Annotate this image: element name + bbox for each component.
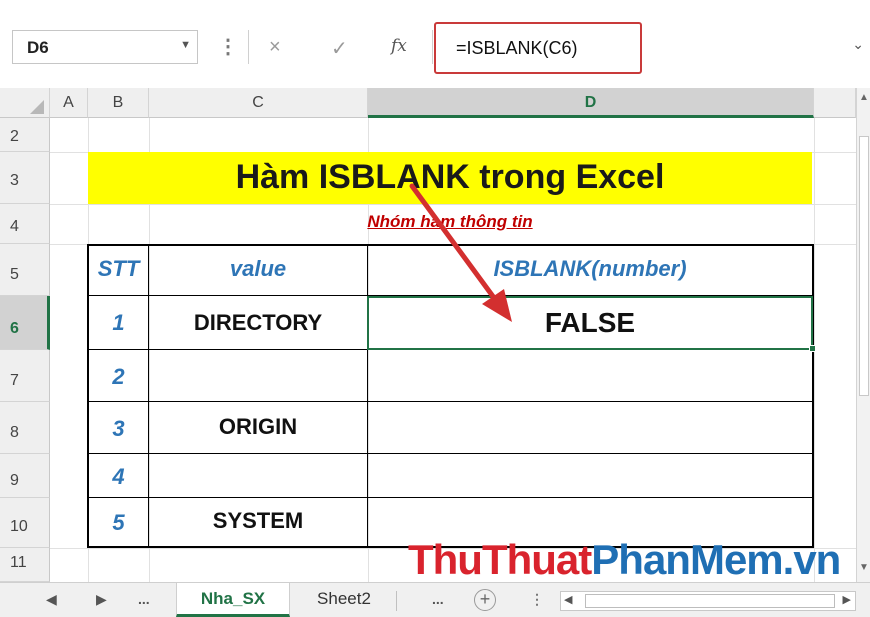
formula-buttons: × ✓ fx — [248, 30, 432, 64]
expand-formula-icon[interactable]: ⌄ — [852, 36, 864, 53]
watermark-part2: PhanMem.vn — [591, 536, 841, 582]
formula-text: =ISBLANK(C6) — [456, 38, 578, 58]
scroll-down-icon[interactable]: ▼ — [858, 562, 870, 576]
enter-icon[interactable]: ✓ — [331, 36, 348, 61]
tab-split-grip-icon[interactable]: ⋮ — [530, 591, 544, 608]
insert-function-icon[interactable]: fx — [391, 36, 407, 56]
watermark: ThuThuatPhanMem.vn — [408, 536, 841, 582]
watermark-part1: ThuThuat — [408, 536, 592, 582]
sheet-tab-bar: ◀ ▶ ... Nha_SX Sheet2 ... + ⋮ ◀ ▶ — [0, 582, 870, 617]
vertical-scrollbar[interactable]: ▲ ▼ — [856, 88, 870, 582]
more-sheets-right[interactable]: ... — [432, 591, 444, 607]
prev-sheet-icon[interactable]: ◀ — [46, 591, 57, 608]
name-box-value: D6 — [27, 38, 49, 57]
scroll-up-icon[interactable]: ▲ — [858, 92, 870, 106]
scroll-left-icon[interactable]: ◀ — [564, 593, 572, 606]
worksheet-grid[interactable]: A B C D 2 3 4 5 6 7 8 9 10 11 Hàm ISBLAN… — [0, 88, 856, 582]
tab-sheet2[interactable]: Sheet2 — [292, 583, 396, 617]
horizontal-scroll-thumb[interactable] — [585, 594, 835, 608]
vertical-scroll-thumb[interactable] — [859, 136, 869, 396]
formula-bar-grip-icon: ⋮ — [218, 36, 238, 58]
new-sheet-button[interactable]: + — [474, 589, 496, 611]
name-box[interactable]: D6 ▼ — [12, 30, 198, 64]
next-sheet-icon[interactable]: ▶ — [96, 591, 107, 608]
annotation-arrow-icon — [409, 183, 512, 322]
formula-bar: D6 ▼ ⋮ × ✓ fx =ISBLANK(C6) ⌄ — [0, 0, 870, 88]
cancel-icon[interactable]: × — [269, 36, 281, 59]
more-sheets-left[interactable]: ... — [138, 591, 150, 607]
tab-separator — [396, 591, 397, 611]
scroll-right-icon[interactable]: ▶ — [843, 593, 851, 606]
tab-nha-sx[interactable]: Nha_SX — [176, 583, 290, 617]
name-box-dropdown-icon[interactable]: ▼ — [180, 39, 191, 51]
horizontal-scrollbar[interactable]: ◀ ▶ — [560, 591, 856, 611]
